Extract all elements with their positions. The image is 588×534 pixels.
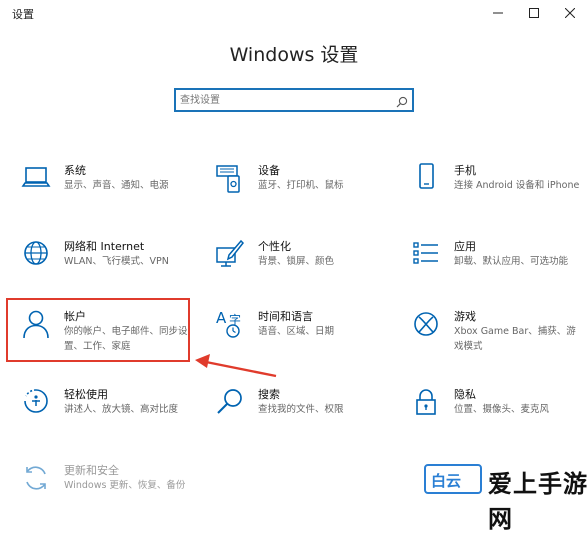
tile-title: 网络和 Internet (64, 240, 145, 253)
devices-icon (216, 165, 240, 193)
time-language-icon: A 字 (216, 309, 241, 338)
tile-privacy[interactable]: 隐私 位置、摄像头、麦克风 (398, 384, 578, 446)
search-icon (217, 389, 242, 414)
watermark-badge-text: 白云 (431, 472, 462, 490)
tile-description: 蓝牙、打印机、鼠标 (258, 180, 344, 191)
tile-title: 系统 (64, 164, 86, 177)
paintbrush-icon (216, 239, 245, 267)
tile-description: 连接 Android 设备和 iPhone (454, 180, 580, 191)
tile-system[interactable]: 系统 显示、声音、通知、电源 (8, 160, 188, 222)
close-button[interactable] (552, 0, 588, 26)
watermark-badge: 白云 (424, 464, 482, 494)
close-icon (565, 8, 575, 18)
highlight-box (6, 298, 190, 362)
tile-title: 游戏 (454, 310, 476, 323)
tile-description: 卸载、默认应用、可选功能 (454, 256, 569, 267)
minimize-button[interactable] (480, 0, 516, 26)
apps-list-icon (413, 242, 438, 264)
lock-icon (416, 389, 436, 415)
watermark-text: 爱上手游网 (488, 470, 588, 533)
tile-description: 讲述人、放大镜、高对比度 (64, 404, 179, 415)
tile-description: Windows 更新、恢复、备份 (64, 480, 186, 491)
phone-icon (419, 163, 434, 189)
tile-devices[interactable]: 设备 蓝牙、打印机、鼠标 (202, 160, 382, 222)
tile-title: 搜索 (258, 388, 280, 401)
svg-text:A: A (216, 309, 227, 327)
tile-title: 设备 (258, 164, 280, 177)
tile-search[interactable]: 搜索 查找我的文件、权限 (202, 384, 382, 446)
tile-title: 轻松使用 (64, 388, 108, 401)
globe-icon (24, 241, 48, 265)
tile-update-security[interactable]: 更新和安全 Windows 更新、恢复、备份 (8, 460, 188, 522)
tile-description: 语音、区域、日期 (258, 326, 335, 337)
tile-apps[interactable]: 应用 卸载、默认应用、可选功能 (398, 236, 578, 298)
tile-description: WLAN、飞行模式、VPN (64, 256, 169, 267)
refresh-icon (26, 466, 46, 490)
search-input[interactable] (180, 92, 390, 108)
tile-description: 显示、声音、通知、电源 (64, 180, 169, 191)
tile-title: 更新和安全 (64, 464, 119, 477)
minimize-icon (493, 12, 503, 14)
maximize-icon (529, 8, 539, 18)
title-bar: 设置 (0, 0, 588, 26)
tile-phone[interactable]: 手机 连接 Android 设备和 iPhone (398, 160, 579, 222)
arrow-pointer-icon (195, 354, 277, 378)
tile-title: 时间和语言 (258, 310, 313, 323)
search-box[interactable] (174, 88, 414, 112)
tile-title: 应用 (454, 240, 476, 253)
tile-gaming[interactable]: 游戏 Xbox Game Bar、捕获、游戏模式 (398, 306, 578, 368)
tile-title: 个性化 (258, 240, 291, 253)
laptop-icon (21, 167, 51, 187)
window-title: 设置 (12, 8, 34, 21)
ease-of-access-icon (24, 389, 48, 413)
tile-description: 背景、锁屏、颜色 (258, 256, 335, 267)
tile-description: Xbox Game Bar、捕获、游戏模式 (454, 326, 576, 352)
tile-title: 隐私 (454, 388, 476, 401)
tile-description: 查找我的文件、权限 (258, 404, 344, 415)
maximize-button[interactable] (516, 0, 552, 26)
tile-ease-of-access[interactable]: 轻松使用 讲述人、放大镜、高对比度 (8, 384, 188, 446)
page-title: Windows 设置 (229, 44, 359, 66)
xbox-icon (414, 312, 438, 336)
tile-network[interactable]: 网络和 Internet WLAN、飞行模式、VPN (8, 236, 188, 298)
watermark: 白云 爱上手游网 (418, 458, 588, 533)
tile-personalization[interactable]: 个性化 背景、锁屏、颜色 (202, 236, 382, 298)
tile-title: 手机 (454, 164, 476, 177)
tile-description: 位置、摄像头、麦克风 (454, 404, 550, 415)
search-icon[interactable] (396, 93, 408, 112)
